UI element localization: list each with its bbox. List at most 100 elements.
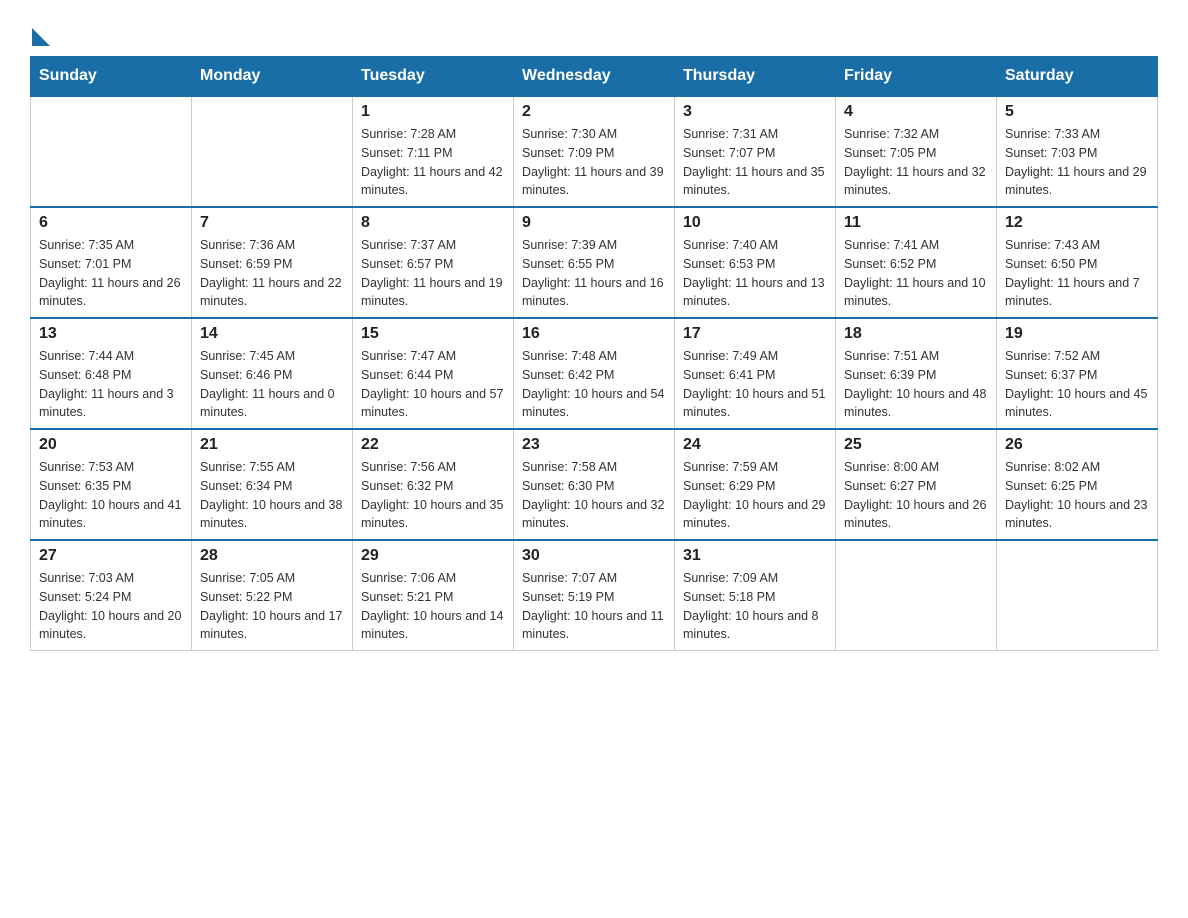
day-of-week-header: Sunday (31, 57, 192, 97)
calendar-day-cell: 12Sunrise: 7:43 AMSunset: 6:50 PMDayligh… (997, 207, 1158, 318)
calendar-day-cell: 25 Sunrise: 8:00 AMSunset: 6:27 PMDayligh… (836, 429, 997, 540)
calendar-day-cell: 29Sunrise: 7:06 AMSunset: 5:21 PMDayligh… (353, 540, 514, 651)
calendar-day-cell: 26 Sunrise: 8:02 AMSunset: 6:25 PMDayligh… (997, 429, 1158, 540)
day-number: 11 (844, 214, 988, 232)
day-number: 14 (200, 325, 344, 343)
logo (30, 20, 50, 46)
day-sun-info: Sunrise: 7:39 AMSunset: 6:55 PMDaylight:… (522, 236, 666, 311)
day-sun-info: Sunrise: 7:53 AMSunset: 6:35 PMDaylight:… (39, 458, 183, 533)
day-sun-info: Sunrise: 7:41 AMSunset: 6:52 PMDaylight:… (844, 236, 988, 311)
calendar-day-cell: 19 Sunrise: 7:52 AMSunset: 6:37 PMDayligh… (997, 318, 1158, 429)
calendar-day-cell: 3 Sunrise: 7:31 AMSunset: 7:07 PMDaylight… (675, 96, 836, 207)
day-sun-info: Sunrise: 7:52 AMSunset: 6:37 PMDaylight:… (1005, 347, 1149, 422)
day-sun-info: Sunrise: 7:45 AMSunset: 6:46 PMDaylight:… (200, 347, 344, 422)
day-number: 19 (1005, 325, 1149, 343)
calendar-header-row: SundayMondayTuesdayWednesdayThursdayFrid… (31, 57, 1158, 97)
calendar-week-row: 27Sunrise: 7:03 AMSunset: 5:24 PMDayligh… (31, 540, 1158, 651)
calendar-day-cell: 5 Sunrise: 7:33 AMSunset: 7:03 PMDaylight… (997, 96, 1158, 207)
calendar-day-cell: 21 Sunrise: 7:55 AMSunset: 6:34 PMDayligh… (192, 429, 353, 540)
day-number: 16 (522, 325, 666, 343)
logo-arrow-icon (32, 28, 50, 46)
day-sun-info: Sunrise: 7:47 AMSunset: 6:44 PMDaylight:… (361, 347, 505, 422)
day-number: 24 (683, 436, 827, 454)
calendar-day-cell: 10Sunrise: 7:40 AMSunset: 6:53 PMDayligh… (675, 207, 836, 318)
day-sun-info: Sunrise: 7:07 AMSunset: 5:19 PMDaylight:… (522, 569, 666, 644)
day-sun-info: Sunrise: 7:09 AMSunset: 5:18 PMDaylight:… (683, 569, 827, 644)
day-of-week-header: Thursday (675, 57, 836, 97)
calendar-day-cell: 15Sunrise: 7:47 AMSunset: 6:44 PMDayligh… (353, 318, 514, 429)
day-sun-info: Sunrise: 7:55 AMSunset: 6:34 PMDaylight:… (200, 458, 344, 533)
day-number: 3 (683, 103, 827, 121)
calendar-day-cell: 16 Sunrise: 7:48 AMSunset: 6:42 PMDayligh… (514, 318, 675, 429)
day-number: 5 (1005, 103, 1149, 121)
calendar-day-cell: 13 Sunrise: 7:44 AMSunset: 6:48 PMDayligh… (31, 318, 192, 429)
day-number: 25 (844, 436, 988, 454)
day-number: 4 (844, 103, 988, 121)
day-number: 18 (844, 325, 988, 343)
day-sun-info: Sunrise: 7:05 AMSunset: 5:22 PMDaylight:… (200, 569, 344, 644)
calendar-week-row: 6 Sunrise: 7:35 AMSunset: 7:01 PMDaylight… (31, 207, 1158, 318)
calendar-day-cell: 20 Sunrise: 7:53 AMSunset: 6:35 PMDayligh… (31, 429, 192, 540)
day-of-week-header: Wednesday (514, 57, 675, 97)
calendar-day-cell: 28 Sunrise: 7:05 AMSunset: 5:22 PMDayligh… (192, 540, 353, 651)
day-sun-info: Sunrise: 8:02 AMSunset: 6:25 PMDaylight:… (1005, 458, 1149, 533)
day-of-week-header: Tuesday (353, 57, 514, 97)
calendar-day-cell: 2 Sunrise: 7:30 AMSunset: 7:09 PMDaylight… (514, 96, 675, 207)
day-number: 26 (1005, 436, 1149, 454)
calendar-day-cell: 11 Sunrise: 7:41 AMSunset: 6:52 PMDayligh… (836, 207, 997, 318)
day-sun-info: Sunrise: 7:40 AMSunset: 6:53 PMDaylight:… (683, 236, 827, 311)
day-number: 30 (522, 547, 666, 565)
day-sun-info: Sunrise: 7:44 AMSunset: 6:48 PMDaylight:… (39, 347, 183, 422)
calendar-day-cell: 18 Sunrise: 7:51 AMSunset: 6:39 PMDayligh… (836, 318, 997, 429)
page-header (30, 20, 1158, 46)
calendar-day-cell: 23Sunrise: 7:58 AMSunset: 6:30 PMDayligh… (514, 429, 675, 540)
calendar-week-row: 20 Sunrise: 7:53 AMSunset: 6:35 PMDayligh… (31, 429, 1158, 540)
day-of-week-header: Friday (836, 57, 997, 97)
day-number: 22 (361, 436, 505, 454)
calendar-day-cell: 14 Sunrise: 7:45 AMSunset: 6:46 PMDayligh… (192, 318, 353, 429)
day-sun-info: Sunrise: 7:36 AMSunset: 6:59 PMDaylight:… (200, 236, 344, 311)
day-sun-info: Sunrise: 7:30 AMSunset: 7:09 PMDaylight:… (522, 125, 666, 200)
calendar-day-cell (31, 96, 192, 207)
calendar-day-cell: 4Sunrise: 7:32 AMSunset: 7:05 PMDaylight… (836, 96, 997, 207)
day-sun-info: Sunrise: 7:49 AMSunset: 6:41 PMDaylight:… (683, 347, 827, 422)
calendar-day-cell: 7 Sunrise: 7:36 AMSunset: 6:59 PMDaylight… (192, 207, 353, 318)
calendar-day-cell (997, 540, 1158, 651)
calendar-day-cell: 31 Sunrise: 7:09 AMSunset: 5:18 PMDayligh… (675, 540, 836, 651)
day-of-week-header: Monday (192, 57, 353, 97)
day-number: 6 (39, 214, 183, 232)
day-number: 28 (200, 547, 344, 565)
calendar-day-cell: 27Sunrise: 7:03 AMSunset: 5:24 PMDayligh… (31, 540, 192, 651)
day-number: 21 (200, 436, 344, 454)
day-sun-info: Sunrise: 7:58 AMSunset: 6:30 PMDaylight:… (522, 458, 666, 533)
calendar-day-cell: 30 Sunrise: 7:07 AMSunset: 5:19 PMDayligh… (514, 540, 675, 651)
day-number: 29 (361, 547, 505, 565)
day-number: 2 (522, 103, 666, 121)
day-number: 13 (39, 325, 183, 343)
day-number: 17 (683, 325, 827, 343)
calendar-day-cell: 24 Sunrise: 7:59 AMSunset: 6:29 PMDayligh… (675, 429, 836, 540)
calendar-day-cell: 1Sunrise: 7:28 AMSunset: 7:11 PMDaylight… (353, 96, 514, 207)
calendar-day-cell: 9 Sunrise: 7:39 AMSunset: 6:55 PMDaylight… (514, 207, 675, 318)
calendar-week-row: 13 Sunrise: 7:44 AMSunset: 6:48 PMDayligh… (31, 318, 1158, 429)
day-sun-info: Sunrise: 7:51 AMSunset: 6:39 PMDaylight:… (844, 347, 988, 422)
calendar-day-cell (836, 540, 997, 651)
calendar-day-cell (192, 96, 353, 207)
day-number: 20 (39, 436, 183, 454)
day-number: 7 (200, 214, 344, 232)
calendar-table: SundayMondayTuesdayWednesdayThursdayFrid… (30, 56, 1158, 651)
day-sun-info: Sunrise: 7:31 AMSunset: 7:07 PMDaylight:… (683, 125, 827, 200)
day-of-week-header: Saturday (997, 57, 1158, 97)
day-sun-info: Sunrise: 7:33 AMSunset: 7:03 PMDaylight:… (1005, 125, 1149, 200)
calendar-day-cell: 22 Sunrise: 7:56 AMSunset: 6:32 PMDayligh… (353, 429, 514, 540)
day-sun-info: Sunrise: 7:59 AMSunset: 6:29 PMDaylight:… (683, 458, 827, 533)
day-sun-info: Sunrise: 8:00 AMSunset: 6:27 PMDaylight:… (844, 458, 988, 533)
day-number: 8 (361, 214, 505, 232)
day-number: 31 (683, 547, 827, 565)
day-sun-info: Sunrise: 7:56 AMSunset: 6:32 PMDaylight:… (361, 458, 505, 533)
day-sun-info: Sunrise: 7:28 AMSunset: 7:11 PMDaylight:… (361, 125, 505, 200)
calendar-day-cell: 17 Sunrise: 7:49 AMSunset: 6:41 PMDayligh… (675, 318, 836, 429)
day-number: 9 (522, 214, 666, 232)
day-sun-info: Sunrise: 7:35 AMSunset: 7:01 PMDaylight:… (39, 236, 183, 311)
day-sun-info: Sunrise: 7:48 AMSunset: 6:42 PMDaylight:… (522, 347, 666, 422)
